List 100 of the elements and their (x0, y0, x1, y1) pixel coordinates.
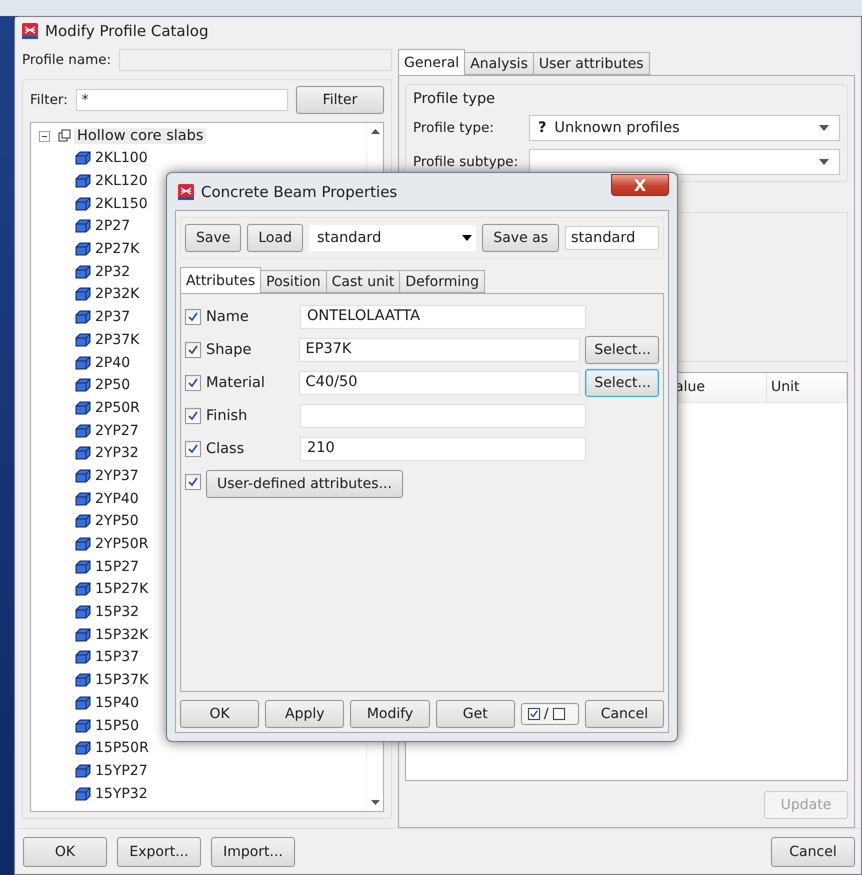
cube-icon (75, 560, 91, 574)
tree-item[interactable]: 15P27 (95, 558, 140, 575)
select-button[interactable]: Select... (585, 336, 659, 364)
tab[interactable]: Analysis (464, 52, 534, 75)
cube-icon (75, 196, 91, 211)
tree-item[interactable]: 2P40 (95, 354, 130, 371)
filter-button[interactable]: Filter (296, 86, 384, 114)
tree-item[interactable]: 15YP32 (95, 786, 148, 802)
cube-icon (75, 582, 91, 596)
tree-item[interactable]: 15P37K (95, 672, 148, 688)
dialog-button[interactable]: Cancel (584, 700, 664, 728)
tree-item[interactable]: 2YP37 (95, 468, 139, 484)
save-as-field[interactable]: standard (565, 226, 659, 250)
dialog-button[interactable]: OK (23, 836, 107, 866)
profile-type-label: Profile type: (413, 120, 495, 136)
cube-icon (75, 424, 91, 438)
attribute-field[interactable]: C40/50 (298, 371, 580, 395)
attribute-field[interactable] (300, 404, 586, 428)
cube-icon (75, 332, 91, 347)
cube-icon (75, 264, 91, 279)
tree-item[interactable]: 2P37 (95, 309, 130, 326)
tab[interactable]: User attributes (532, 52, 650, 75)
scroll-up-icon[interactable] (370, 129, 380, 134)
preset-dropdown[interactable]: standard (308, 225, 476, 251)
tree-item[interactable]: 15P40 (95, 694, 140, 711)
load-button[interactable]: Load (247, 224, 303, 252)
attribute-label: Name (205, 309, 250, 325)
user-defined-attributes-button[interactable]: User-defined attributes... (206, 470, 403, 498)
tree-root[interactable]: Hollow core slabs (39, 125, 366, 147)
profile-subtype-label: Profile subtype: (413, 154, 520, 170)
tab[interactable]: General (398, 49, 466, 75)
cancel-button[interactable]: Cancel (771, 836, 855, 866)
cube-icon (75, 696, 91, 710)
checkbox[interactable] (185, 474, 201, 490)
attribute-label: Class (205, 441, 246, 457)
attribute-field[interactable]: ONTELOLAATTA (300, 305, 586, 329)
select-button[interactable]: Select... (585, 369, 659, 397)
tree-item[interactable]: 15P32 (95, 604, 140, 620)
tab[interactable]: Position (260, 270, 327, 293)
tree-item[interactable]: 15P32K (95, 626, 148, 643)
tree-item[interactable]: 15P50R (95, 740, 149, 756)
tab[interactable]: Attributes (180, 267, 262, 293)
save-button[interactable]: Save (185, 224, 242, 252)
tree-item[interactable]: 2P37K (95, 332, 140, 348)
checkbox[interactable] (185, 441, 201, 457)
checkbox[interactable] (185, 309, 201, 325)
tree-item[interactable]: 2YP50R (95, 536, 148, 552)
cube-icon (75, 628, 91, 642)
tree-item[interactable]: 15P27K (95, 581, 148, 598)
dialog-button[interactable]: OK (180, 700, 260, 728)
checked-box-icon (528, 708, 540, 720)
toggle-all-button[interactable]: / (520, 703, 579, 725)
filter-field[interactable]: * (76, 89, 288, 111)
dialog-button[interactable]: Get (436, 700, 515, 728)
tree-item[interactable]: 2P27 (95, 218, 130, 234)
cube-icon (75, 310, 91, 324)
cube-icon (75, 446, 91, 460)
tree-item[interactable]: 2P50 (95, 377, 130, 394)
profile-type-dropdown[interactable]: ? Unknown profiles (529, 115, 840, 141)
cube-icon (75, 356, 91, 370)
tree-item[interactable]: 15YP27 (95, 762, 148, 779)
tab[interactable]: Deforming (399, 270, 486, 293)
profile-subtype-dropdown[interactable] (529, 149, 840, 175)
dialog-button[interactable]: Export... (117, 836, 201, 866)
scroll-down-icon[interactable] (370, 800, 380, 805)
checkbox[interactable] (185, 342, 201, 358)
checkbox[interactable] (185, 408, 201, 424)
attribute-field[interactable]: 210 (300, 437, 586, 461)
tree-item[interactable]: 2P50R (95, 400, 140, 416)
close-button[interactable]: X (611, 174, 669, 196)
tree-item[interactable]: 2YP50 (95, 513, 139, 530)
tree-item[interactable]: 2P32K (95, 286, 140, 302)
cube-icon (75, 242, 91, 256)
tree-item[interactable]: 15P50 (95, 718, 140, 734)
dialog-title: Concrete Beam Properties (201, 182, 398, 200)
attribute-field[interactable]: EP37K (298, 338, 580, 362)
window-title: Modify Profile Catalog (45, 22, 208, 40)
cube-icon (75, 400, 91, 415)
tree-item[interactable]: 2KL100 (95, 150, 148, 166)
collapse-icon[interactable] (39, 130, 50, 142)
tree-item[interactable]: 2KL150 (95, 196, 148, 212)
tree-item[interactable]: 2YP27 (95, 422, 139, 439)
tab[interactable]: Cast unit (326, 270, 400, 293)
save-as-button[interactable]: Save as (482, 224, 559, 252)
tree-item[interactable]: 2P27K (95, 241, 140, 258)
dialog-button[interactable]: Apply (265, 700, 344, 728)
cube-icon (75, 673, 91, 688)
dialog-button[interactable]: Import... (211, 836, 295, 866)
cube-icon (75, 537, 91, 552)
cube-icon (75, 786, 91, 801)
profile-name-field[interactable] (119, 49, 392, 71)
filter-label: Filter: (30, 92, 68, 108)
tree-item[interactable]: 2YP40 (95, 490, 139, 507)
tree-item[interactable]: 2YP32 (95, 445, 139, 462)
checkbox[interactable] (185, 375, 201, 391)
tree-item[interactable]: 2P32 (95, 264, 130, 280)
attribute-label: Shape (205, 342, 252, 358)
dialog-button[interactable]: Modify (350, 700, 430, 728)
tree-item[interactable]: 2KL120 (95, 173, 148, 190)
tree-item[interactable]: 15P37 (95, 649, 140, 666)
